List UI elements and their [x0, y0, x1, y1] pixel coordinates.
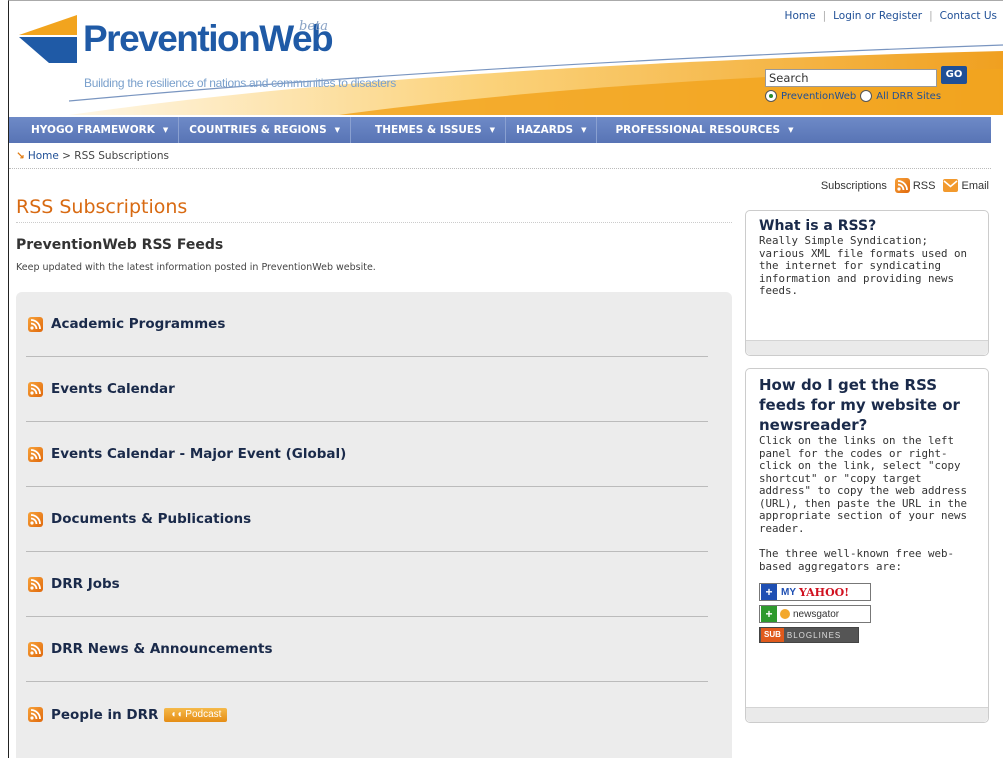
search-scope: PreventionWeb All DRR Sites — [765, 90, 941, 102]
nav-countries-regions[interactable]: COUNTRIES & REGIONS ▼ — [179, 117, 352, 143]
newsgator-label: newsgator — [793, 608, 840, 620]
rss-icon[interactable] — [28, 446, 43, 462]
podcast-icon: ◖◖ — [170, 708, 186, 720]
feed-item-documents-publications[interactable]: Documents & Publications — [26, 487, 708, 552]
search-go-button[interactable]: GO — [941, 66, 967, 84]
sidebar-box-text-2: The three well-known free web-based aggr… — [759, 547, 955, 573]
rss-icon[interactable] — [28, 641, 43, 657]
add-to-newsgator-button[interactable]: + newsgator — [759, 605, 871, 623]
subscriptions-rss-link[interactable]: RSS — [913, 180, 936, 192]
feed-label[interactable]: Events Calendar - Major Event (Global) — [51, 446, 346, 462]
search-input[interactable]: Search — [765, 69, 937, 87]
top-link-contact[interactable]: Contact Us — [940, 10, 997, 22]
sidebar-box-text: Click on the links on the left panel for… — [759, 434, 968, 535]
rss-icon[interactable] — [28, 511, 43, 527]
email-icon[interactable] — [943, 179, 959, 192]
sidebar-how-to-get-feeds: How do I get the RSS feeds for my websit… — [745, 368, 989, 723]
chevron-down-icon: ▼ — [581, 126, 587, 134]
bloglines-label: BLOGLINES — [786, 630, 842, 640]
page-title: RSS Subscriptions — [16, 196, 188, 218]
feed-label[interactable]: People in DRR — [51, 707, 158, 723]
scope-radio-all-drr[interactable] — [860, 90, 873, 102]
podcast-badge[interactable]: ◖◖ Podcast — [164, 707, 228, 722]
rss-icon[interactable] — [28, 707, 43, 722]
yahoo-logo: YAHOO! — [799, 585, 850, 599]
newsgator-logo-icon — [780, 609, 790, 619]
scope-label-all-drr: All DRR Sites — [876, 90, 942, 102]
logo-text[interactable]: PreventionWeb — [83, 17, 334, 61]
add-to-my-yahoo-button[interactable]: + MY YAHOO! — [759, 583, 871, 601]
breadcrumb: ↘ Home > RSS Subscriptions — [16, 150, 169, 162]
feeds-panel: Academic Programmes Events Calendar Even… — [16, 292, 732, 758]
nav-label: PROFESSIONAL RESOURCES — [615, 124, 781, 136]
feed-label[interactable]: DRR News & Announcements — [51, 641, 272, 657]
main-nav: HYOGO FRAMEWORK ▼ COUNTRIES & REGIONS ▼ TH… — [9, 117, 991, 143]
sidebar-box-footer — [746, 340, 988, 355]
top-link-login[interactable]: Login or Register — [833, 10, 922, 22]
feeds-heading: PreventionWeb RSS Feeds — [16, 237, 224, 253]
feed-item-drr-news[interactable]: DRR News & Announcements — [26, 617, 708, 682]
scope-label-preventionweb: PreventionWeb — [781, 90, 857, 102]
nav-hyogo-framework[interactable]: HYOGO FRAMEWORK ▼ — [9, 117, 180, 143]
chevron-down-icon: ▼ — [788, 126, 794, 134]
feeds-subheading: Keep updated with the latest information… — [16, 262, 376, 273]
podcast-label: Podcast — [185, 708, 222, 720]
sidebar-box-title: How do I get the RSS feeds for my websit… — [759, 376, 960, 434]
feed-label[interactable]: Events Calendar — [51, 381, 175, 397]
feed-item-events-calendar-major[interactable]: Events Calendar - Major Event (Global) — [26, 422, 708, 487]
scope-radio-preventionweb[interactable] — [765, 90, 777, 102]
feed-label[interactable]: DRR Jobs — [51, 576, 120, 592]
nav-label: HAZARDS — [516, 124, 574, 136]
rss-icon[interactable] — [894, 178, 910, 193]
subscriptions-email-link[interactable]: Email — [961, 180, 989, 192]
feed-label[interactable]: Academic Programmes — [51, 316, 225, 332]
plus-icon: + — [761, 584, 777, 600]
rss-icon[interactable] — [28, 381, 43, 397]
breadcrumb-arrow-icon: ↘ — [16, 150, 25, 162]
top-links: Home | Login or Register | Contact Us — [785, 10, 997, 22]
chevron-down-icon: ▼ — [489, 126, 496, 134]
nav-professional-resources[interactable]: PROFESSIONAL RESOURCES ▼ — [597, 117, 803, 143]
sidebar-what-is-rss: What is a RSS? Really Simple Syndication… — [745, 210, 989, 356]
nav-themes-issues[interactable]: THEMES & ISSUES ▼ — [351, 117, 507, 143]
nav-label: THEMES & ISSUES — [375, 124, 482, 136]
feed-label[interactable]: Documents & Publications — [51, 511, 251, 527]
divider — [9, 168, 991, 169]
feed-item-people-in-drr[interactable]: People in DRR ◖◖ Podcast — [26, 682, 708, 747]
subscribe-bloglines-button[interactable]: SUB BLOGLINES — [759, 627, 859, 643]
logo-beta-label: beta — [299, 19, 328, 34]
breadcrumb-current: > RSS Subscriptions — [62, 150, 169, 162]
top-link-home[interactable]: Home — [785, 10, 816, 22]
plus-icon: + — [761, 606, 777, 622]
tagline: Building the resilience of nations and c… — [84, 76, 396, 90]
bloglines-sub-label: SUB — [761, 628, 784, 642]
nav-label: COUNTRIES & REGIONS — [189, 124, 327, 136]
subscriptions-label: Subscriptions — [820, 179, 887, 192]
chevron-down-icon: ▼ — [162, 126, 169, 134]
sidebar-box-footer — [746, 707, 988, 722]
rss-icon[interactable] — [28, 576, 43, 592]
logo-mark-icon — [19, 15, 77, 63]
feed-item-drr-jobs[interactable]: DRR Jobs — [26, 552, 708, 617]
separator: | — [929, 10, 933, 22]
breadcrumb-home[interactable]: Home — [28, 150, 59, 162]
chevron-down-icon: ▼ — [334, 126, 341, 134]
divider — [16, 222, 732, 223]
separator: | — [822, 10, 827, 22]
feed-item-academic-programmes[interactable]: Academic Programmes — [26, 292, 708, 357]
nav-hazards[interactable]: HAZARDS ▼ — [506, 117, 598, 143]
sidebar-box-title: What is a RSS? — [759, 218, 877, 234]
subscriptions-bar: Subscriptions RSS Email — [821, 178, 989, 193]
feed-item-events-calendar[interactable]: Events Calendar — [26, 357, 708, 422]
sidebar-box-text: Really Simple Syndication; various XML f… — [759, 234, 968, 297]
nav-label: HYOGO FRAMEWORK — [31, 124, 155, 136]
yahoo-my-label: MY — [781, 586, 796, 598]
rss-icon[interactable] — [28, 316, 43, 332]
